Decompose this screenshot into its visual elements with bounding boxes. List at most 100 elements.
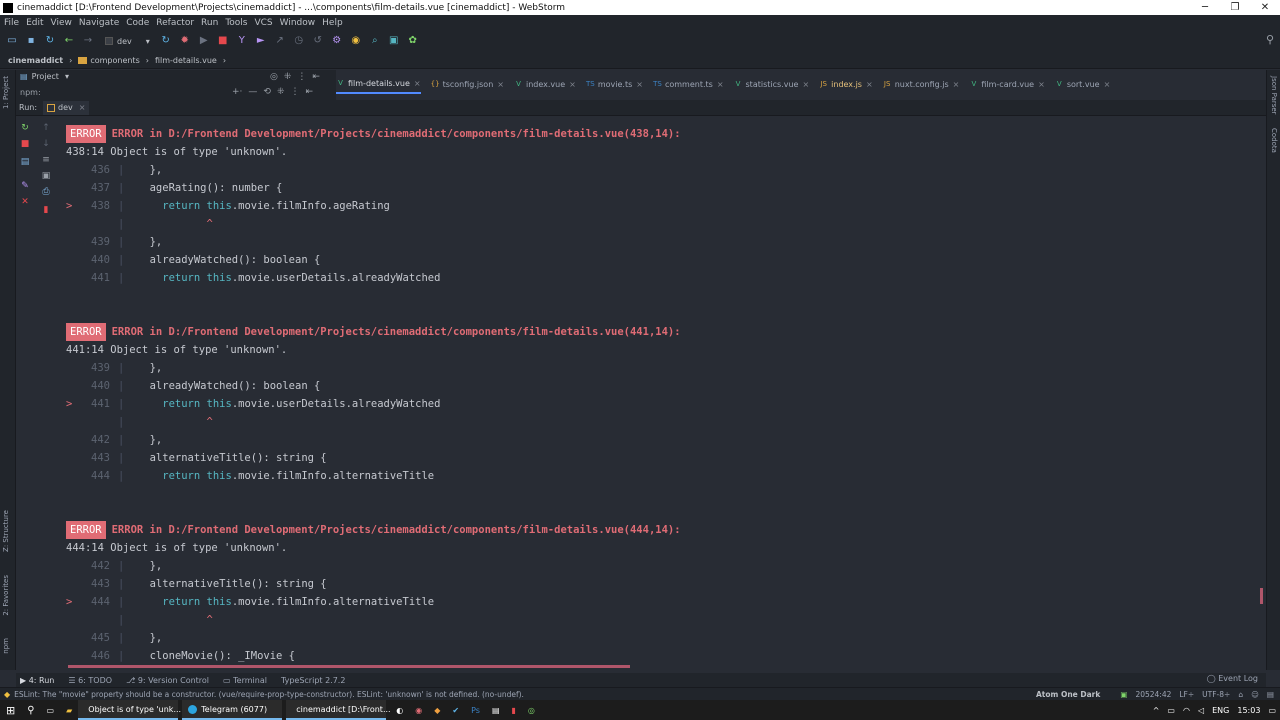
search-icon[interactable]: ⚲ [1266, 33, 1274, 46]
horizontal-scrollbar[interactable] [68, 665, 630, 668]
clear-icon[interactable]: ▮ [41, 205, 51, 215]
close-icon[interactable]: × [866, 80, 873, 89]
collapse-all-icon[interactable]: — [248, 87, 257, 97]
structure-tool-tab[interactable]: Z: Structure [2, 510, 10, 552]
notification-icon[interactable]: ▤ [1267, 690, 1274, 699]
revert-icon[interactable]: ↺ [310, 33, 326, 49]
minimize-button[interactable]: ─ [1190, 2, 1220, 13]
lock-icon[interactable]: ⌂ [1238, 690, 1243, 699]
breadcrumb-file[interactable]: film-details.vue [155, 56, 217, 65]
favorites-tool-tab[interactable]: 2: Favorites [2, 575, 10, 616]
error-header[interactable]: ERROR ERROR in D:/Frontend Development/Pr… [66, 521, 681, 539]
project-panel-header[interactable]: ▤ Project ▾ [20, 72, 69, 81]
error-header[interactable]: ERROR ERROR in D:/Frontend Development/Pr… [66, 323, 681, 341]
error-path[interactable]: ERROR in D:/Frontend Development/Project… [112, 326, 681, 338]
tool-window-terminal[interactable]: ▭ Terminal [223, 676, 267, 685]
locate-icon[interactable]: ◎ [270, 72, 278, 82]
line-separator[interactable]: LF÷ [1179, 690, 1194, 699]
volume-icon[interactable]: ◁ [1198, 706, 1204, 715]
close-button[interactable]: ✕ [1250, 2, 1280, 13]
vcs-commit-icon[interactable]: ► [253, 33, 269, 49]
file-explorer-icon[interactable]: ▰ [60, 700, 78, 720]
tab-film-details-vue[interactable]: V film-details.vue × [336, 74, 421, 94]
menu-help[interactable]: Help [322, 18, 343, 28]
run-icon[interactable]: ▶ [196, 33, 212, 49]
tab-nuxt-config-js[interactable]: JS nuxt.config.js × [883, 74, 959, 94]
menu-file[interactable]: File [4, 18, 19, 28]
close-icon[interactable]: × [717, 80, 724, 89]
error-header[interactable]: ERROR ERROR in D:/Frontend Development/Pr… [66, 125, 681, 143]
tab-movie-ts[interactable]: TS movie.ts × [586, 74, 643, 94]
run-tab-dev[interactable]: dev × [43, 100, 90, 115]
breadcrumb-project[interactable]: cinemaddict [8, 56, 63, 65]
menu-edit[interactable]: Edit [26, 18, 43, 28]
tab-index-vue[interactable]: V index.vue × [514, 74, 576, 94]
task-view-icon[interactable]: ▭ [41, 700, 61, 720]
pinned-app-icon[interactable]: Ps [465, 700, 486, 720]
event-log-button[interactable]: ◯ Event Log [1207, 674, 1258, 683]
pinned-app-icon[interactable]: ◐ [390, 700, 409, 720]
tab-tsconfig-json[interactable]: {} tsconfig.json × [431, 74, 504, 94]
close-icon[interactable]: × [497, 80, 504, 89]
tab-comment-ts[interactable]: TS comment.ts × [653, 74, 724, 94]
run-config-select[interactable]: dev ▾ [105, 37, 150, 46]
menu-vcs[interactable]: VCS [254, 18, 272, 28]
stop-icon[interactable]: ■ [215, 33, 231, 49]
vcs-compare-icon[interactable]: ↗ [272, 33, 288, 49]
run-console-output[interactable]: ERROR ERROR in D:/Frontend Development/Pr… [60, 117, 1260, 667]
expand-icon[interactable]: +· [232, 87, 242, 97]
tool-window-typescript[interactable]: TypeScript 2.7.2 [281, 676, 345, 685]
tab-index-js[interactable]: JS index.js × [819, 74, 873, 94]
menu-window[interactable]: Window [280, 18, 316, 28]
search-icon[interactable]: ⚲ [21, 700, 40, 720]
tool-window-run[interactable]: ▶ 4: Run [20, 676, 54, 685]
back-arrow-icon[interactable]: ← [61, 33, 77, 49]
collapse-icon[interactable]: ⁜ [284, 72, 292, 82]
tab-sort-vue[interactable]: V sort.vue × [1055, 74, 1110, 94]
close-icon[interactable]: × [569, 80, 576, 89]
status-message[interactable]: ESLint: The "movie" property should be a… [14, 690, 1028, 699]
taskbar-app-chrome[interactable]: Object is of type 'unk... [78, 700, 181, 720]
error-stripe-marker[interactable] [1260, 588, 1263, 604]
grid-icon[interactable]: ⁜ [277, 87, 285, 97]
stop-icon[interactable]: ■ [20, 139, 30, 149]
pinned-app-icon[interactable]: ◎ [522, 700, 541, 720]
hide-icon[interactable]: ⇤ [306, 87, 314, 97]
close-icon[interactable]: × [79, 103, 86, 112]
tool-window-version-control[interactable]: ⎇ 9: Version Control [126, 676, 209, 685]
keyboard-language[interactable]: ENG [1212, 706, 1229, 715]
error-path[interactable]: ERROR in D:/Frontend Development/Project… [112, 524, 681, 536]
close-icon[interactable]: × [414, 79, 421, 88]
pinned-app-icon[interactable]: ◆ [428, 700, 446, 720]
theme-name[interactable]: Atom One Dark [1036, 690, 1100, 699]
codota-tool-tab[interactable]: Codota [1270, 128, 1278, 153]
chevron-up-icon[interactable]: ^ [1153, 706, 1160, 715]
down-arrow-icon[interactable]: ↓ [41, 139, 51, 149]
autoscroll-icon[interactable]: ⟲ [263, 87, 271, 97]
taskbar-app-telegram[interactable]: Telegram (6077) [182, 700, 283, 720]
menu-view[interactable]: View [51, 18, 72, 28]
caret-position[interactable]: 20524:42 [1135, 690, 1171, 699]
error-path[interactable]: ERROR in D:/Frontend Development/Project… [112, 128, 681, 140]
pinned-app-icon[interactable]: ✔ [446, 700, 465, 720]
find-action-icon[interactable]: ⌕ [367, 33, 383, 49]
open-folder-icon[interactable]: ▭ [4, 33, 20, 49]
pinned-app-icon[interactable]: ▤ [486, 700, 506, 720]
tool-window-todo[interactable]: ☰ 6: TODO [68, 676, 112, 685]
menu-tools[interactable]: Tools [225, 18, 247, 28]
rerun-icon[interactable]: ↻ [20, 123, 30, 133]
history-icon[interactable]: ◷ [291, 33, 307, 49]
rerun-icon[interactable]: ↻ [158, 33, 174, 49]
taskbar-app-webstorm[interactable]: cinemaddict [D:\Front... [286, 700, 391, 720]
json-parser-tool-tab[interactable]: Json Parser [1270, 76, 1278, 115]
structure-icon[interactable]: ▣ [386, 33, 402, 49]
network-icon[interactable]: ◠ [1183, 706, 1190, 715]
settings-icon[interactable]: ⋮ [297, 72, 306, 82]
soft-wrap-icon[interactable]: ≡ [41, 155, 51, 165]
inspector-icon[interactable]: ☺ [1251, 690, 1259, 699]
layout-icon[interactable]: ▤ [20, 157, 30, 167]
print-icon[interactable]: ⎙ [41, 187, 51, 197]
pinned-app-icon[interactable]: ▮ [506, 700, 522, 720]
notifications-icon[interactable]: ▭ [1268, 706, 1276, 715]
sdk-icon[interactable]: ◉ [348, 33, 364, 49]
